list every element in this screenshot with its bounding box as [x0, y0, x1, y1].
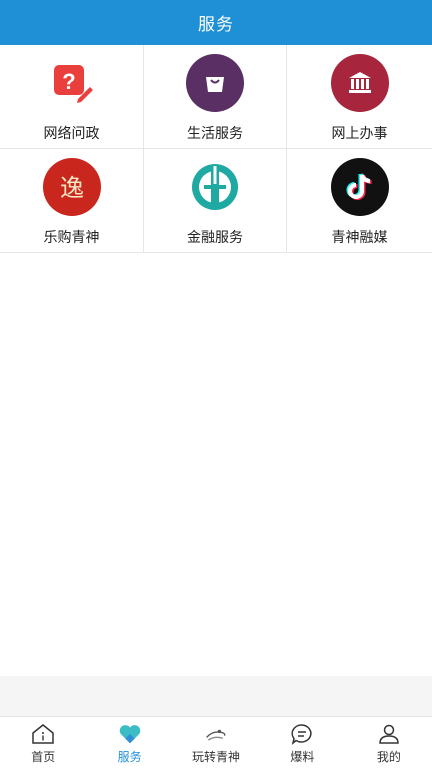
tab-label: 服务: [117, 750, 142, 764]
government-building-icon: [330, 54, 389, 112]
service-label: 网上办事: [331, 126, 388, 142]
svg-text:逸: 逸: [60, 174, 84, 202]
page-header: 服务: [0, 0, 432, 45]
yi-logo-icon: 逸: [42, 158, 101, 216]
tab-report[interactable]: 爆料: [259, 717, 345, 768]
service-item-life-services[interactable]: 生活服务: [144, 45, 287, 149]
home-icon: [31, 723, 55, 745]
service-label: 金融服务: [187, 230, 243, 246]
service-grid: ? 网络问政 生活服务 网上办事 逸 乐购青神 金融服务 青神融媒: [0, 45, 432, 253]
tab-mine[interactable]: 我的: [346, 717, 432, 768]
landmark-icon: [204, 723, 228, 745]
service-label: 生活服务: [187, 126, 243, 142]
tab-services[interactable]: 服务: [86, 717, 172, 768]
tab-explore-qingshen[interactable]: 玩转青神: [173, 717, 259, 768]
heart-icon: [118, 723, 142, 745]
person-icon: [377, 723, 401, 745]
shopping-bag-icon: [186, 54, 244, 112]
abc-bank-icon: [186, 158, 244, 216]
chat-bubble-icon: [290, 723, 314, 745]
service-item-financial-services[interactable]: 金融服务: [144, 149, 287, 253]
tab-label: 我的: [376, 750, 401, 764]
tab-label: 首页: [31, 750, 56, 764]
question-edit-icon: ?: [43, 54, 101, 112]
tab-label: 玩转青神: [192, 750, 241, 764]
service-item-qingshen-media[interactable]: 青神融媒: [287, 149, 432, 253]
tab-label: 爆料: [290, 750, 315, 764]
tiktok-icon: [330, 158, 389, 216]
service-label: 网络问政: [43, 126, 100, 142]
page-title: 服务: [198, 15, 234, 35]
service-label: 乐购青神: [43, 230, 100, 246]
service-item-legou-qingshen[interactable]: 逸 乐购青神: [0, 149, 144, 253]
service-label: 青神融媒: [331, 230, 388, 246]
bottom-tab-bar: 首页 服务 玩转青神 爆料 我的: [0, 716, 432, 768]
bottom-spacer: [0, 676, 432, 716]
service-item-online-affairs[interactable]: 网上办事: [287, 45, 432, 149]
service-item-online-inquiry[interactable]: ? 网络问政: [0, 45, 144, 149]
svg-text:?: ?: [62, 69, 75, 94]
tab-home[interactable]: 首页: [0, 717, 86, 768]
